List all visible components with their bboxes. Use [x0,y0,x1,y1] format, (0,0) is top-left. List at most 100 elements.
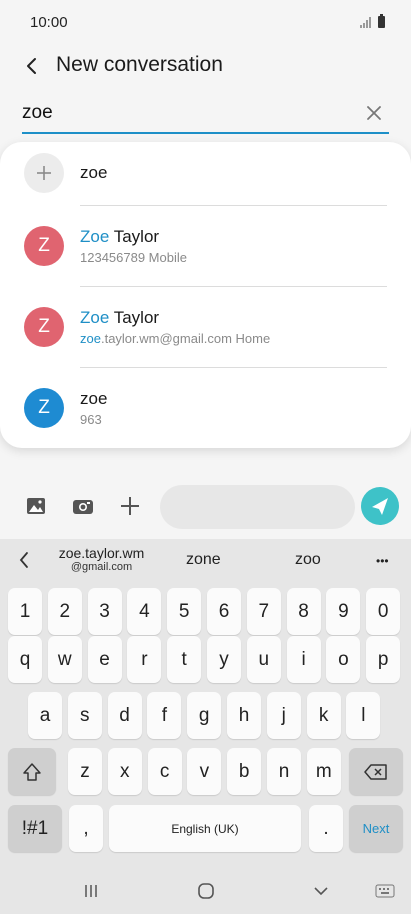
app-header: New conversation [0,44,411,88]
key-g[interactable]: g [187,692,222,739]
key-6[interactable]: 6 [207,588,241,635]
attach-button[interactable] [118,494,142,518]
key-c[interactable]: c [147,748,182,795]
contact-item[interactable]: Z Zoe Taylor zoe.taylor.wm@gmail.com Hom… [0,286,411,366]
next-key[interactable]: Next [349,805,403,852]
avatar: Z [24,307,64,347]
chevron-down-icon [314,887,328,896]
key-4[interactable]: 4 [127,588,162,635]
key-q[interactable]: q [8,636,42,683]
key-r[interactable]: r [127,636,162,683]
suggestion-email[interactable]: zoe.taylor.wm @gmail.com [54,545,149,573]
close-icon [367,106,381,120]
page-title: New conversation [56,53,223,76]
send-button[interactable] [361,487,399,525]
key-i[interactable]: i [286,636,321,683]
suggestion-zone[interactable]: zone [186,551,221,569]
key-z[interactable]: z [68,748,102,795]
contact-item[interactable]: Z Zoe Taylor 123456789 Mobile [0,205,411,285]
key-b[interactable]: b [227,748,262,795]
key-8[interactable]: 8 [286,588,321,635]
key-x[interactable]: x [107,748,142,795]
key-m[interactable]: m [306,748,341,795]
key-l[interactable]: l [346,692,381,739]
key-s[interactable]: s [67,692,102,739]
gallery-button[interactable] [24,494,48,518]
compose-bar [0,482,411,530]
space-key[interactable]: English (UK) [109,805,301,852]
shift-key[interactable] [8,748,56,795]
recipient-search-input[interactable]: zoe [22,96,389,134]
contact-suggestions: zoe Z Zoe Taylor 123456789 Mobile Z Zoe … [0,142,411,448]
key-5[interactable]: 5 [167,588,202,635]
shift-icon [23,762,41,781]
clear-button[interactable] [363,102,385,124]
keyboard: zoe.taylor.wm @gmail.com zone zoo ••• 12… [0,539,411,914]
keyboard-switch-button[interactable] [375,884,395,903]
key-o[interactable]: o [326,636,361,683]
image-icon [27,498,45,514]
symbols-key[interactable]: !#1 [8,805,62,852]
new-recipient-label: zoe [80,163,108,182]
key-7[interactable]: 7 [246,588,281,635]
contact-name: Zoe Taylor [80,227,160,246]
home-button[interactable] [196,881,216,906]
plus-icon [121,497,139,515]
key-p[interactable]: p [366,636,401,683]
key-f[interactable]: f [147,692,182,739]
back-button[interactable] [18,52,46,80]
avatar: Z [24,388,64,428]
contact-detail: 123456789 Mobile [80,250,187,265]
key-h[interactable]: h [227,692,261,739]
home-icon [198,883,214,899]
key-t[interactable]: t [167,636,202,683]
status-bar: 10:00 [0,0,411,44]
contact-item[interactable]: Z zoe 963 [0,367,411,447]
key-n[interactable]: n [267,748,301,795]
key-d[interactable]: d [107,692,142,739]
backspace-key[interactable] [349,748,403,795]
key-u[interactable]: u [246,636,281,683]
key-e[interactable]: e [87,636,122,683]
signal-icon [360,17,372,28]
key-1[interactable]: 1 [8,588,42,635]
avatar: Z [24,226,64,266]
key-a[interactable]: a [28,692,62,739]
status-icons [360,14,385,28]
add-icon [24,153,64,193]
key-2[interactable]: 2 [47,588,82,635]
key-0[interactable]: 0 [366,588,401,635]
contact-name: Zoe Taylor [80,308,160,327]
key-v[interactable]: v [187,748,222,795]
more-suggestions-button[interactable]: ••• [376,554,389,568]
period-key[interactable]: . [309,805,343,852]
collapse-suggestions-button[interactable] [14,549,34,576]
keyboard-suggestions: zoe.taylor.wm @gmail.com zone zoo ••• [0,539,411,583]
battery-icon [378,14,385,28]
camera-icon [73,500,93,514]
status-time: 10:00 [30,14,68,31]
contact-name: zoe [80,389,108,408]
comma-key[interactable]: , [69,805,103,852]
send-icon [372,498,388,515]
camera-button[interactable] [71,494,95,518]
backspace-icon [364,763,387,780]
message-input[interactable] [160,485,355,529]
key-j[interactable]: j [266,692,301,739]
search-value[interactable]: zoe [22,102,53,124]
key-w[interactable]: w [47,636,82,683]
recents-icon [85,885,97,897]
recent-apps-button[interactable] [82,882,100,905]
navigation-bar [0,874,411,914]
suggestion-zoo[interactable]: zoo [295,551,321,569]
key-3[interactable]: 3 [87,588,122,635]
key-k[interactable]: k [306,692,341,739]
key-y[interactable]: y [207,636,241,683]
chevron-left-icon [19,552,28,568]
key-9[interactable]: 9 [326,588,361,635]
back-arrow-icon [27,58,36,74]
contact-detail: zoe.taylor.wm@gmail.com Home [80,331,271,346]
contact-detail: 963 [80,412,102,427]
keyboard-icon [375,884,395,898]
hide-keyboard-button[interactable] [311,882,331,905]
